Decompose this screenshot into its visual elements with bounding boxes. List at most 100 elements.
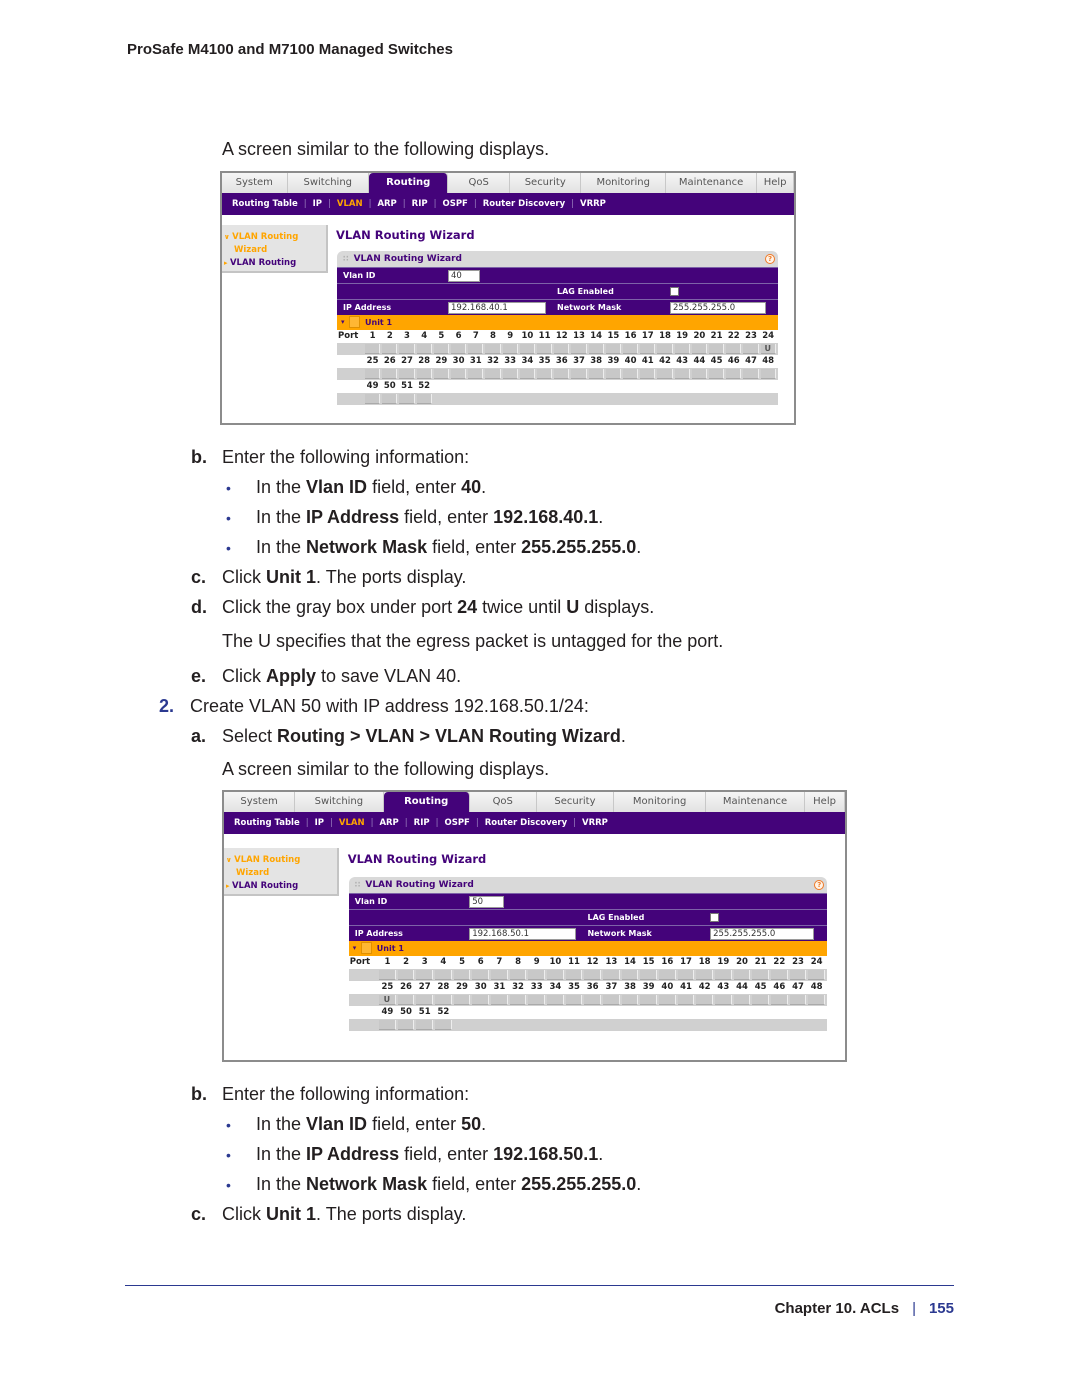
tab-maintenance[interactable]: Maintenance [665,173,758,193]
tab-security[interactable]: Security [536,792,615,812]
port-47-toggle[interactable] [789,994,807,1005]
port-39-toggle[interactable] [640,994,658,1005]
help-icon[interactable]: ? [814,879,825,890]
tab-switching[interactable]: Switching [287,173,369,193]
port-38-toggle[interactable] [588,369,604,379]
subnav-routing-table[interactable]: Routing Table [232,199,298,209]
port-5-toggle[interactable] [453,969,471,980]
port-28-toggle[interactable] [416,369,432,379]
port-7-toggle[interactable] [491,969,508,980]
subnav-vrrp[interactable]: VRRP [582,818,608,828]
port-50-toggle[interactable] [382,394,398,404]
tab-routing[interactable]: Routing [383,792,470,812]
port-4-toggle[interactable] [435,969,452,980]
tab-routing[interactable]: Routing [368,173,449,193]
port-31-toggle[interactable] [468,369,484,379]
port-3-toggle[interactable] [399,344,415,354]
port-48-toggle[interactable] [760,369,776,379]
port-25-toggle[interactable] [365,369,381,379]
vlan-id-input[interactable]: 40 [448,270,480,282]
port-37-toggle[interactable] [603,994,620,1005]
port-2-toggle[interactable] [397,969,415,980]
lag-enabled-checkbox[interactable] [710,912,720,922]
subnav-arp[interactable]: ARP [379,818,398,828]
tab-maintenance[interactable]: Maintenance [705,792,806,812]
port-15-toggle[interactable] [640,969,658,980]
port-49-toggle[interactable] [379,1019,396,1030]
port-9-toggle[interactable] [502,344,518,354]
port-18-toggle[interactable] [696,969,713,980]
port-13-toggle[interactable] [603,969,620,980]
tab-system[interactable]: System [224,792,296,812]
port-33-toggle[interactable] [502,369,518,379]
port-19-toggle[interactable] [715,969,732,980]
ip-address-input[interactable]: 192.168.50.1 [469,927,576,940]
port-14-toggle[interactable] [588,344,604,354]
port-48-toggle[interactable] [808,994,825,1005]
subnav-vlan[interactable]: VLAN [337,199,363,209]
port-24-toggle[interactable]: U [760,344,776,354]
subnav-rip[interactable]: RIP [414,818,430,828]
port-49-toggle[interactable] [365,394,381,404]
port-16-toggle[interactable] [659,969,676,980]
port-16-toggle[interactable] [623,344,639,354]
lag-enabled-checkbox[interactable] [670,287,679,296]
port-21-toggle[interactable] [752,969,769,980]
port-37-toggle[interactable] [571,369,587,379]
port-21-toggle[interactable] [709,344,725,354]
port-30-toggle[interactable] [451,369,467,379]
port-2-toggle[interactable] [382,344,398,354]
port-22-toggle[interactable] [771,969,788,980]
leftnav-item-vlan-routing-wizard[interactable]: ∨ VLAN Routing [226,854,337,867]
port-51-toggle[interactable] [399,394,415,404]
port-41-toggle[interactable] [640,369,656,379]
tab-switching[interactable]: Switching [295,792,384,812]
port-52-toggle[interactable] [435,1019,452,1030]
subnav-ip[interactable]: IP [315,818,324,828]
port-22-toggle[interactable] [726,344,742,354]
port-41-toggle[interactable] [677,994,695,1005]
unit-select-box[interactable] [349,316,360,328]
help-icon[interactable]: ? [765,254,775,264]
port-10-toggle[interactable] [519,344,535,354]
port-1-toggle[interactable] [379,969,396,980]
port-11-toggle[interactable] [537,344,553,354]
port-36-toggle[interactable] [554,369,570,379]
port-17-toggle[interactable] [677,969,695,980]
port-32-toggle[interactable] [485,369,501,379]
port-23-toggle[interactable] [789,969,807,980]
port-10-toggle[interactable] [547,969,564,980]
port-42-toggle[interactable] [657,369,673,379]
subnav-routing-table[interactable]: Routing Table [234,818,300,828]
port-51-toggle[interactable] [416,1019,434,1030]
port-40-toggle[interactable] [623,369,639,379]
port-12-toggle[interactable] [584,969,602,980]
port-32-toggle[interactable] [509,994,527,1005]
port-34-toggle[interactable] [519,369,535,379]
port-5-toggle[interactable] [433,344,449,354]
port-31-toggle[interactable] [491,994,508,1005]
port-30-toggle[interactable] [472,994,490,1005]
port-35-toggle[interactable] [537,369,553,379]
port-25-toggle[interactable]: U [379,994,396,1005]
port-3-toggle[interactable] [416,969,434,980]
port-12-toggle[interactable] [554,344,570,354]
port-29-toggle[interactable] [453,994,471,1005]
subnav-ip[interactable]: IP [313,199,322,209]
tab-help[interactable]: Help [805,792,845,812]
port-13-toggle[interactable] [571,344,587,354]
tab-security[interactable]: Security [509,173,582,193]
port-29-toggle[interactable] [433,369,449,379]
vlan-id-input[interactable]: 50 [469,895,504,908]
port-6-toggle[interactable] [472,969,490,980]
port-6-toggle[interactable] [451,344,467,354]
ip-address-input[interactable]: 192.168.40.1 [448,302,546,314]
port-19-toggle[interactable] [674,344,690,354]
port-27-toggle[interactable] [399,369,415,379]
port-38-toggle[interactable] [621,994,639,1005]
port-39-toggle[interactable] [605,369,621,379]
port-42-toggle[interactable] [696,994,713,1005]
port-50-toggle[interactable] [397,1019,415,1030]
port-7-toggle[interactable] [468,344,484,354]
port-20-toggle[interactable] [691,344,707,354]
